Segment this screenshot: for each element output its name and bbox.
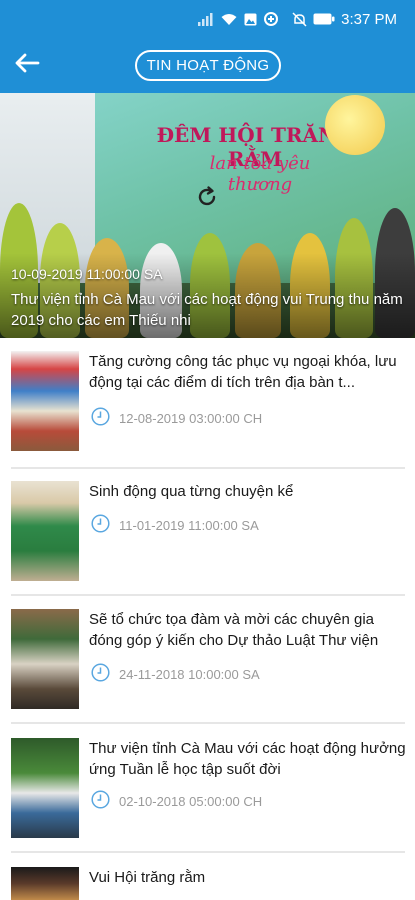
signal-icon bbox=[198, 12, 214, 26]
image-icon bbox=[244, 13, 257, 26]
news-item-date: 24-11-2018 10:00:00 SA bbox=[91, 663, 260, 685]
news-item[interactable]: Vui Hội trăng rằm bbox=[11, 867, 405, 900]
arrow-left-icon bbox=[14, 53, 40, 78]
status-right: 3:37 PM bbox=[292, 11, 397, 28]
page-title: TIN HOẠT ĐỘNG bbox=[135, 50, 281, 81]
news-item-date: 12-08-2019 03:00:00 CH bbox=[91, 407, 262, 429]
news-thumbnail bbox=[11, 609, 79, 709]
news-item-date-text: 02-10-2018 05:00:00 CH bbox=[119, 793, 263, 809]
clock-icon bbox=[91, 790, 110, 812]
list-divider bbox=[11, 851, 405, 853]
status-bar: 3:37 PM bbox=[0, 0, 415, 38]
clock-icon bbox=[91, 663, 110, 685]
list-divider bbox=[11, 594, 405, 596]
news-item-title: Vui Hội trăng rằm bbox=[89, 869, 206, 886]
status-icons bbox=[198, 12, 279, 26]
news-item-title: Sinh động qua từng chuyện kể bbox=[89, 483, 294, 500]
mute-icon bbox=[292, 11, 307, 27]
app-header: TIN HOẠT ĐỘNG bbox=[0, 38, 415, 93]
back-button[interactable] bbox=[10, 50, 44, 80]
clock-icon bbox=[91, 514, 110, 536]
featured-news-date: 10-09-2019 11:00:00 SA bbox=[11, 266, 163, 282]
news-item-title: Thư viện tỉnh Cà Mau với các hoạt động h… bbox=[89, 740, 406, 778]
featured-news[interactable]: ĐÊM HỘI TRĂNG RẰM lan tỏa yêu thương 10-… bbox=[0, 93, 415, 338]
news-item-date: 02-10-2018 05:00:00 CH bbox=[91, 790, 262, 812]
moon-icon bbox=[325, 95, 385, 155]
news-thumbnail bbox=[11, 351, 79, 451]
refresh-icon bbox=[195, 185, 219, 214]
list-divider bbox=[11, 467, 405, 469]
news-thumbnail bbox=[11, 867, 79, 900]
news-item-date-text: 12-08-2019 03:00:00 CH bbox=[119, 410, 263, 426]
news-item-title: Tăng cường công tác phục vụ ngoại khóa, … bbox=[89, 353, 397, 391]
news-item-date-text: 11-01-2019 11:00:00 SA bbox=[119, 517, 259, 533]
news-item[interactable]: Sinh động qua từng chuyện kể 11-01-2019 … bbox=[11, 481, 405, 591]
news-item[interactable]: Sẽ tổ chức tọa đàm và mời các chuyên gia… bbox=[11, 609, 405, 719]
news-item[interactable]: Thư viện tỉnh Cà Mau với các hoạt động h… bbox=[11, 738, 406, 848]
news-thumbnail bbox=[11, 481, 79, 581]
wifi-icon bbox=[221, 13, 237, 26]
featured-news-title[interactable]: Thư viện tỉnh Cà Mau với các hoạt động v… bbox=[11, 289, 409, 331]
data-saver-icon bbox=[264, 12, 279, 26]
news-thumbnail bbox=[11, 738, 79, 838]
list-divider bbox=[11, 722, 405, 724]
clock-icon bbox=[91, 407, 110, 429]
refresh-button[interactable] bbox=[193, 185, 221, 213]
battery-icon bbox=[313, 13, 335, 25]
news-item[interactable]: Tăng cường công tác phục vụ ngoại khóa, … bbox=[11, 351, 405, 461]
news-item-title: Sẽ tổ chức tọa đàm và mời các chuyên gia… bbox=[89, 611, 379, 649]
status-time: 3:37 PM bbox=[341, 10, 397, 28]
news-item-date: 11-01-2019 11:00:00 SA bbox=[91, 514, 259, 536]
news-item-date-text: 24-11-2018 10:00:00 SA bbox=[119, 666, 260, 682]
